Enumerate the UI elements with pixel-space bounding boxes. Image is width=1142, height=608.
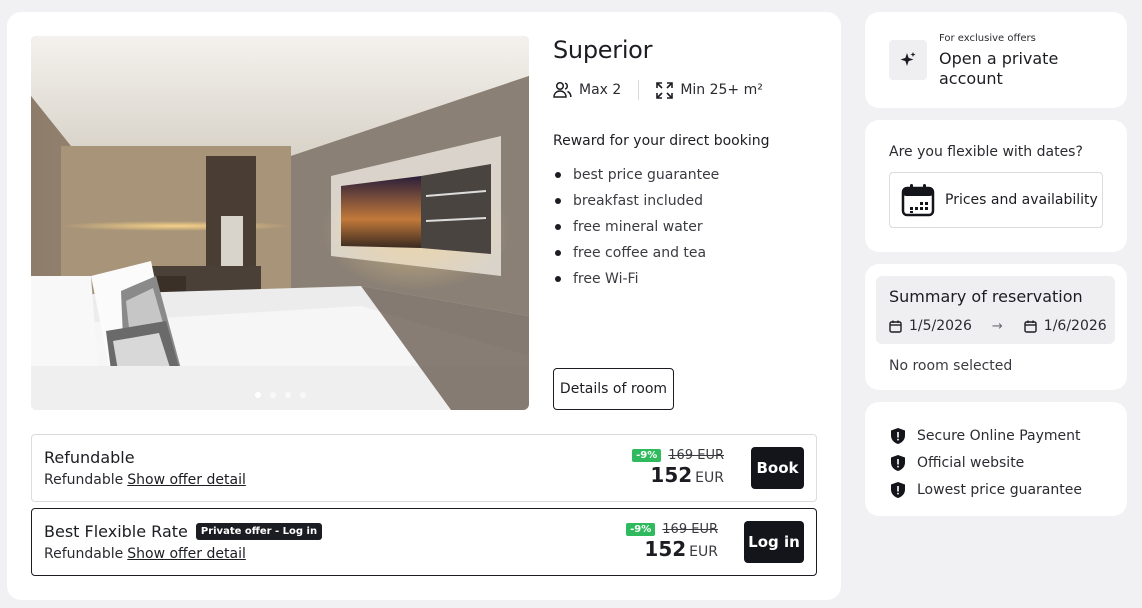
price-amount: 152 bbox=[644, 537, 687, 561]
show-offer-detail-link[interactable]: Show offer detail bbox=[127, 472, 246, 488]
room-photo[interactable] bbox=[31, 36, 529, 410]
price-currency: EUR bbox=[695, 470, 724, 486]
size-spec: Min 25+ m² bbox=[656, 81, 763, 99]
offer-policy-text: Refundable bbox=[44, 546, 124, 562]
log-in-button[interactable]: Log in bbox=[744, 521, 804, 563]
benefit-item: free coffee and tea bbox=[553, 240, 719, 266]
people-icon bbox=[553, 81, 572, 98]
capacity-spec: Max 2 bbox=[553, 81, 621, 99]
room-card: Superior Max 2 Min 25+ m² Reward for you… bbox=[7, 12, 841, 600]
calendar-icon bbox=[1024, 320, 1037, 333]
flexible-dates-question: Are you flexible with dates? bbox=[889, 144, 1083, 160]
summary-title: Summary of reservation bbox=[889, 287, 1083, 306]
room-title: Superior bbox=[553, 36, 653, 64]
bullet-icon bbox=[555, 276, 561, 282]
benefit-text: free mineral water bbox=[573, 219, 703, 235]
bullet-icon bbox=[555, 172, 561, 178]
sparkle-icon bbox=[900, 52, 916, 66]
sparkle-icon-box bbox=[889, 40, 927, 80]
benefits-list: best price guarantee breakfast included … bbox=[553, 162, 719, 292]
bullet-icon bbox=[555, 224, 561, 230]
spec-divider bbox=[638, 80, 640, 100]
calendar-icon bbox=[889, 320, 902, 333]
private-offer-badge: Private offer - Log in bbox=[195, 523, 323, 540]
offer-refundable: Refundable Refundable Show offer detail -… bbox=[31, 434, 817, 502]
offer-name-text: Refundable bbox=[44, 448, 135, 467]
discount-badge: -9% bbox=[632, 449, 662, 462]
bullet-icon bbox=[555, 198, 561, 204]
gallery-dot[interactable] bbox=[299, 392, 306, 398]
bullet-icon bbox=[555, 250, 561, 256]
room-specs: Max 2 Min 25+ m² bbox=[553, 80, 763, 100]
date-to-text: 1/6/2026 bbox=[1043, 318, 1107, 334]
shield-icon bbox=[891, 481, 905, 498]
gallery-dot[interactable] bbox=[284, 392, 291, 398]
trust-text: Secure Online Payment bbox=[917, 427, 1081, 444]
size-text: Min 25+ m² bbox=[680, 82, 763, 98]
room-photo-image bbox=[31, 36, 529, 410]
gallery-dot[interactable] bbox=[269, 392, 276, 398]
offer-policy-text: Refundable bbox=[44, 472, 124, 488]
trust-item: Official website bbox=[889, 449, 1082, 476]
calendar-icon bbox=[901, 184, 935, 217]
reservation-summary-card: Summary of reservation 1/5/2026 → 1/6/20… bbox=[865, 264, 1127, 390]
new-price: 152 EUR bbox=[626, 537, 718, 561]
trust-item: Secure Online Payment bbox=[889, 422, 1082, 449]
price-amount: 152 bbox=[650, 463, 693, 487]
expand-icon bbox=[656, 81, 674, 99]
benefit-item: breakfast included bbox=[553, 188, 719, 214]
shield-icon bbox=[891, 427, 905, 444]
benefit-text: best price guarantee bbox=[573, 167, 720, 183]
arrow-right-icon: → bbox=[991, 318, 1003, 334]
offer-name: Refundable bbox=[44, 448, 135, 467]
price-currency: EUR bbox=[689, 544, 718, 560]
trust-text: Lowest price guarantee bbox=[917, 481, 1082, 498]
shield-icon bbox=[891, 454, 905, 471]
old-price: 169 EUR bbox=[662, 522, 718, 537]
trust-item: Lowest price guarantee bbox=[889, 476, 1082, 503]
prices-and-availability-button[interactable]: Prices and availability bbox=[889, 172, 1103, 228]
details-of-room-button[interactable]: Details of room bbox=[553, 368, 674, 410]
offer-name-text: Best Flexible Rate bbox=[44, 522, 188, 541]
flexible-dates-card: Are you flexible with dates? Prices and … bbox=[865, 120, 1127, 252]
offer-policy: Refundable Show offer detail bbox=[44, 546, 246, 562]
no-room-selected: No room selected bbox=[889, 358, 1013, 374]
benefit-item: free mineral water bbox=[553, 214, 719, 240]
reservation-dates: 1/5/2026 → 1/6/2026 bbox=[889, 318, 1107, 334]
private-account-card[interactable]: For exclusive offers Open a private acco… bbox=[865, 12, 1127, 108]
prices-button-label: Prices and availability bbox=[945, 192, 1098, 208]
exclusive-offers-label: For exclusive offers bbox=[939, 33, 1036, 44]
offer-policy: Refundable Show offer detail bbox=[44, 472, 246, 488]
offer-best-flexible-rate: Best Flexible Rate Private offer - Log i… bbox=[31, 508, 817, 576]
capacity-text: Max 2 bbox=[579, 82, 622, 98]
book-button[interactable]: Book bbox=[751, 447, 804, 489]
benefit-text: free coffee and tea bbox=[573, 245, 707, 261]
old-price: 169 EUR bbox=[668, 448, 724, 463]
trust-text: Official website bbox=[917, 454, 1025, 471]
gallery-dot[interactable] bbox=[254, 392, 261, 398]
reward-title: Reward for your direct booking bbox=[553, 133, 770, 149]
trust-card: Secure Online Payment Official website L… bbox=[865, 402, 1127, 516]
show-offer-detail-link[interactable]: Show offer detail bbox=[127, 546, 246, 562]
price-block: -9% 169 EUR 152 EUR bbox=[632, 448, 724, 487]
open-private-account-link[interactable]: Open a private account bbox=[939, 49, 1079, 89]
date-to[interactable]: 1/6/2026 bbox=[1024, 318, 1107, 334]
trust-list: Secure Online Payment Official website L… bbox=[889, 422, 1082, 503]
date-from[interactable]: 1/5/2026 bbox=[889, 318, 972, 334]
benefit-text: breakfast included bbox=[573, 193, 703, 209]
date-from-text: 1/5/2026 bbox=[909, 318, 972, 334]
benefit-item: free Wi-Fi bbox=[553, 266, 719, 292]
gallery-dots bbox=[31, 392, 529, 398]
price-block: -9% 169 EUR 152 EUR bbox=[626, 522, 718, 561]
summary-box: Summary of reservation 1/5/2026 → 1/6/20… bbox=[876, 276, 1115, 344]
new-price: 152 EUR bbox=[632, 463, 724, 487]
benefit-text: free Wi-Fi bbox=[573, 271, 639, 287]
offer-name: Best Flexible Rate Private offer - Log i… bbox=[44, 522, 323, 541]
benefit-item: best price guarantee bbox=[553, 162, 719, 188]
discount-badge: -9% bbox=[626, 523, 656, 536]
